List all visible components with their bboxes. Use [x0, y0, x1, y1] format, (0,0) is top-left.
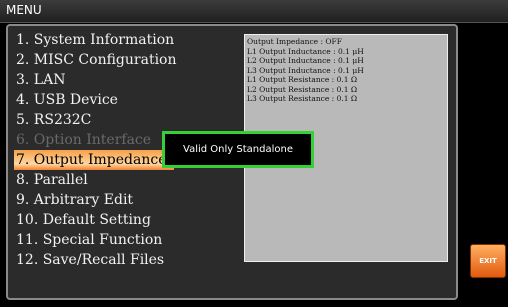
info-line-l2-resistance: L2 Output Resistance : 0.1 Ω: [247, 84, 358, 94]
menu-item-parallel[interactable]: 8. Parallel: [14, 170, 240, 190]
menu-item-special-function[interactable]: 11. Special Function: [14, 230, 240, 250]
info-line-l1-resistance: L1 Output Resistance : 0.1 Ω: [247, 75, 358, 84]
menu-item-system-information[interactable]: 1. System Information: [14, 30, 240, 50]
info-line-l1-inductance: L1 Output Inductance : 0.1 μH: [247, 46, 364, 56]
popup-message: Valid Only Standalone: [183, 144, 293, 155]
menu-title: MENU: [6, 3, 42, 17]
info-line-l3-resistance: L3 Output Resistance : 0.1 Ω: [247, 94, 358, 103]
menu-item-output-impedance[interactable]: 7. Output Impedance: [14, 150, 174, 170]
info-line-l2-inductance: L2 Output Inductance : 0.1 μH: [247, 56, 364, 65]
menu-item-usb-device[interactable]: 4. USB Device: [14, 90, 240, 110]
title-bar: MENU: [0, 0, 508, 23]
menu-item-misc-configuration[interactable]: 2. MISC Configuration: [14, 50, 240, 70]
menu-item-rs232c[interactable]: 5. RS232C: [14, 110, 240, 130]
exit-button-label: EXIT: [479, 257, 497, 265]
menu-item-arbitrary-edit[interactable]: 9. Arbitrary Edit: [14, 190, 240, 210]
info-line-l3-inductance: L3 Output Inductance : 0.1 μH: [247, 65, 364, 75]
warning-popup: Valid Only Standalone: [162, 131, 314, 168]
menu-item-default-setting[interactable]: 10. Default Setting: [14, 210, 240, 230]
menu-item-lan[interactable]: 3. LAN: [14, 70, 240, 90]
menu-item-save-recall-files[interactable]: 12. Save/Recall Files: [14, 250, 240, 270]
exit-button[interactable]: EXIT: [470, 244, 506, 278]
info-line-output-impedance: Output Impedance : OFF: [247, 37, 342, 46]
